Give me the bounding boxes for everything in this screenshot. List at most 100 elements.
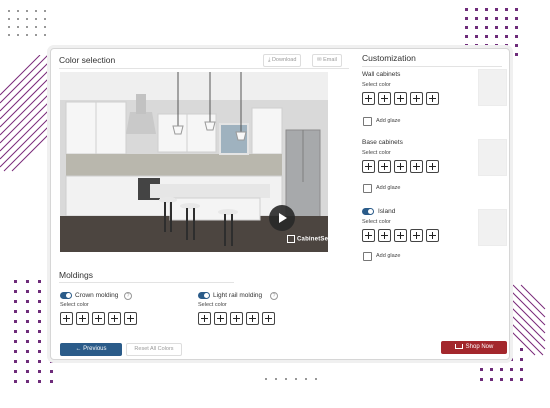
decor-dot: [44, 18, 46, 20]
island-swatch-3[interactable]: [394, 229, 407, 242]
light-rail-label: Light rail molding: [213, 292, 263, 299]
decor-dot: [520, 378, 523, 381]
play-icon: [279, 213, 287, 223]
base-swatch-1[interactable]: [362, 160, 375, 173]
light-swatch-2[interactable]: [214, 312, 227, 325]
light-swatch-4[interactable]: [246, 312, 259, 325]
decor-dot: [26, 340, 29, 343]
decor-dot: [475, 35, 478, 38]
decor-dot: [505, 35, 508, 38]
decor-dot: [17, 26, 19, 28]
wall-swatch-5[interactable]: [426, 92, 439, 105]
island-swatch-4[interactable]: [410, 229, 423, 242]
decor-dot: [38, 330, 41, 333]
configurator-card: Color selection ⤓ Download ✉ Email Cabin…: [50, 48, 510, 360]
island-add-glaze-checkbox[interactable]: [363, 252, 372, 261]
decor-dot: [465, 8, 468, 11]
crown-swatch-5[interactable]: [124, 312, 137, 325]
decor-dot: [475, 17, 478, 20]
decor-dot: [26, 280, 29, 283]
decor-dot: [35, 10, 37, 12]
decor-dot: [515, 35, 518, 38]
decor-dot: [17, 34, 19, 36]
decor-dot: [465, 17, 468, 20]
color-selection-divider: [59, 68, 349, 69]
decor-dot: [8, 18, 10, 20]
base-swatch-2[interactable]: [378, 160, 391, 173]
decor-dot: [465, 44, 468, 47]
decor-dot: [14, 370, 17, 373]
crown-swatch-3[interactable]: [92, 312, 105, 325]
decor-dot: [505, 17, 508, 20]
decor-dot: [26, 310, 29, 313]
light-swatch-3[interactable]: [230, 312, 243, 325]
decor-dot: [26, 26, 28, 28]
wall-cabinet-thumbnail: [478, 69, 507, 106]
base-select-color-label: Select color: [362, 150, 391, 156]
island-thumbnail: [478, 209, 507, 246]
decor-dot: [305, 378, 307, 380]
cart-icon: [454, 343, 463, 349]
wall-swatch-4[interactable]: [410, 92, 423, 105]
decor-dot: [26, 18, 28, 20]
decor-dots-bottom-center: [265, 378, 325, 384]
decor-dot: [14, 290, 17, 293]
island-swatch-2[interactable]: [378, 229, 391, 242]
download-button[interactable]: ⤓ Download: [263, 54, 302, 67]
base-add-glaze-checkbox[interactable]: [363, 184, 372, 193]
decor-dot: [35, 26, 37, 28]
wall-swatch-1[interactable]: [362, 92, 375, 105]
decor-dots-top-left: [8, 10, 58, 42]
wall-color-swatches: [362, 92, 439, 105]
base-swatch-5[interactable]: [426, 160, 439, 173]
decor-dot: [26, 300, 29, 303]
decor-dot: [14, 280, 17, 283]
base-swatch-4[interactable]: [410, 160, 423, 173]
island-swatch-5[interactable]: [426, 229, 439, 242]
previous-button[interactable]: ← Previous: [60, 343, 122, 356]
crown-swatch-4[interactable]: [108, 312, 121, 325]
decor-dot: [44, 10, 46, 12]
island-toggle[interactable]: [362, 208, 374, 215]
decor-dot: [26, 330, 29, 333]
decor-dot: [38, 280, 41, 283]
decor-dot: [38, 310, 41, 313]
light-swatch-5[interactable]: [262, 312, 275, 325]
light-rail-help-icon[interactable]: ?: [270, 292, 278, 300]
shop-now-button[interactable]: Shop Now: [441, 341, 507, 354]
base-color-swatches: [362, 160, 439, 173]
island-swatch-1[interactable]: [362, 229, 375, 242]
email-button[interactable]: ✉ Email: [312, 54, 342, 67]
wall-swatch-3[interactable]: [394, 92, 407, 105]
play-video-button[interactable]: [269, 205, 295, 231]
light-swatch-1[interactable]: [198, 312, 211, 325]
wall-swatch-2[interactable]: [378, 92, 391, 105]
reset-all-colors-button[interactable]: Reset All Colors: [126, 343, 182, 356]
light-rail-toggle[interactable]: [198, 292, 210, 299]
decor-dot: [26, 290, 29, 293]
decor-dot: [475, 26, 478, 29]
decor-dot: [38, 380, 41, 383]
decor-dot: [515, 53, 518, 56]
decor-dot: [285, 378, 287, 380]
crown-swatch-1[interactable]: [60, 312, 73, 325]
decor-dot: [35, 18, 37, 20]
color-selection-title: Color selection: [59, 55, 116, 65]
crown-molding-toggle[interactable]: [60, 292, 72, 299]
decor-dot: [14, 300, 17, 303]
decor-dot: [495, 35, 498, 38]
decor-dot: [38, 350, 41, 353]
decor-dot: [26, 10, 28, 12]
decor-dot: [495, 17, 498, 20]
crown-molding-help-icon[interactable]: ?: [124, 292, 132, 300]
base-add-glaze-label: Add glaze: [376, 185, 401, 191]
decor-dot: [14, 340, 17, 343]
light-select-color-label: Select color: [198, 302, 227, 308]
crown-swatch-2[interactable]: [76, 312, 89, 325]
decor-dot: [26, 350, 29, 353]
decor-dot: [14, 330, 17, 333]
light-color-swatches: [198, 312, 275, 325]
decor-dot: [295, 378, 297, 380]
base-swatch-3[interactable]: [394, 160, 407, 173]
wall-add-glaze-checkbox[interactable]: [363, 117, 372, 126]
